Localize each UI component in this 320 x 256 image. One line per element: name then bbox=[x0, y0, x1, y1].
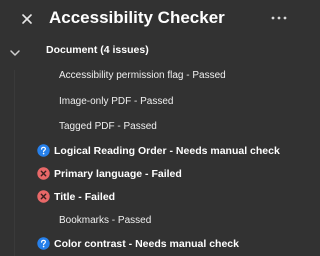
checker-item-permission-flag[interactable]: Accessibility permission flag - Passed bbox=[0, 67, 300, 85]
question-icon bbox=[37, 237, 50, 250]
failed-icon bbox=[37, 190, 50, 203]
accessibility-checker-panel: Accessibility Checker Document (4 issues… bbox=[0, 0, 300, 256]
checker-item-reading-order[interactable]: Logical Reading Order - Needs manual che… bbox=[0, 142, 300, 160]
checker-item-image-only-pdf[interactable]: Image-only PDF - Passed bbox=[0, 93, 300, 111]
list-item-label: Primary language - Failed bbox=[54, 168, 182, 180]
panel-header: Accessibility Checker bbox=[0, 0, 300, 38]
list-item-label: Title - Failed bbox=[54, 191, 116, 203]
list-item-label: Bookmarks - Passed bbox=[59, 215, 152, 226]
list-item-label: Tagged PDF - Passed bbox=[59, 121, 157, 132]
close-icon[interactable] bbox=[17, 9, 37, 29]
list-item-label: Logical Reading Order - Needs manual che… bbox=[54, 145, 280, 157]
panel-title: Accessibility Checker bbox=[49, 8, 225, 27]
checker-item-color-contrast[interactable]: Color contrast - Needs manual check bbox=[0, 235, 300, 253]
checker-item-title[interactable]: Title - Failed bbox=[0, 188, 300, 206]
checker-item-bookmarks[interactable]: Bookmarks - Passed bbox=[0, 212, 300, 230]
document-section-label: Document (4 issues) bbox=[46, 44, 149, 56]
list-item-label: Image-only PDF - Passed bbox=[59, 96, 174, 107]
document-section-toggle[interactable]: Document (4 issues) bbox=[0, 40, 300, 62]
chevron-down-icon[interactable] bbox=[8, 47, 22, 59]
more-options-icon[interactable] bbox=[268, 10, 290, 26]
list-item-label: Color contrast - Needs manual check bbox=[54, 238, 239, 250]
list-item-label: Accessibility permission flag - Passed bbox=[59, 70, 226, 81]
question-icon bbox=[37, 144, 50, 157]
checker-item-primary-language[interactable]: Primary language - Failed bbox=[0, 165, 300, 183]
failed-icon bbox=[37, 167, 50, 180]
checker-item-tagged-pdf[interactable]: Tagged PDF - Passed bbox=[0, 118, 300, 136]
